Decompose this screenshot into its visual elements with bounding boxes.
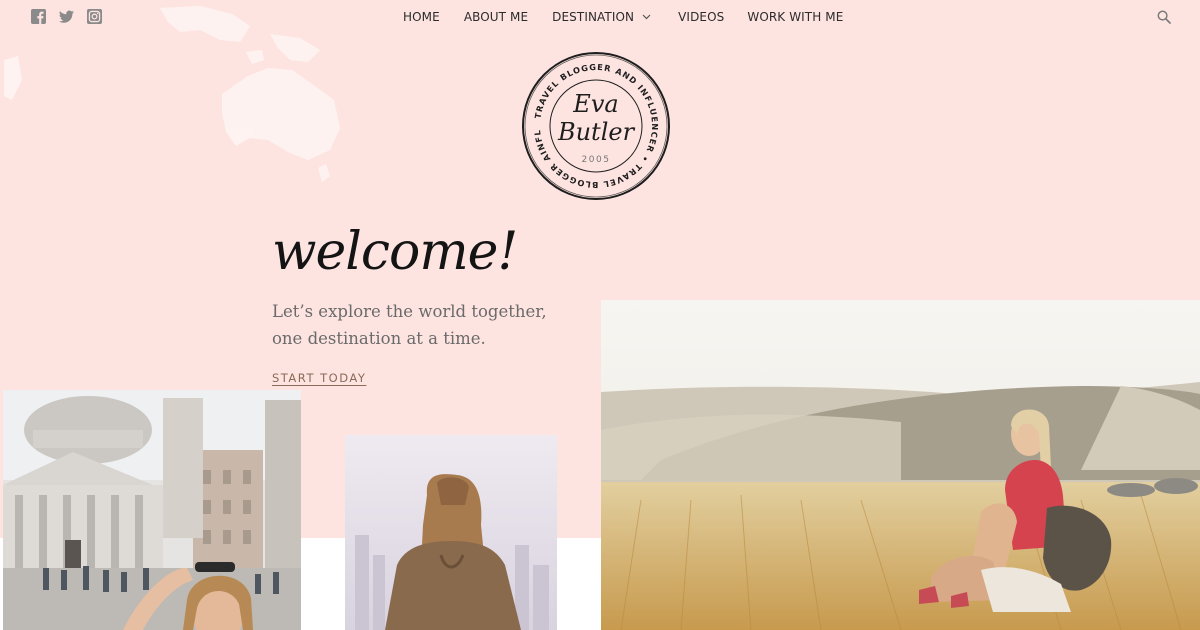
photo-wheat-field	[601, 300, 1200, 630]
instagram-icon[interactable]	[87, 9, 102, 24]
photo-rome-woman	[3, 390, 301, 630]
nav-work-with-me[interactable]: WORK WITH ME	[747, 10, 843, 24]
search-icon[interactable]	[1157, 10, 1171, 24]
facebook-icon[interactable]	[31, 9, 46, 24]
site-logo[interactable]: TRAVEL BLOGGER AND INFLUENCER • TRAVEL B…	[520, 50, 672, 202]
nav-destination-item: DESTINATION	[552, 10, 651, 24]
hero-tagline: Let’s explore the world together, one de…	[272, 298, 572, 352]
nav-about-me[interactable]: ABOUT ME	[464, 10, 528, 24]
welcome-heading: welcome!	[272, 222, 518, 282]
logo-name-first: Eva	[572, 90, 618, 118]
nav-destination[interactable]: DESTINATION	[552, 10, 634, 24]
nav-videos[interactable]: VIDEOS	[678, 10, 724, 24]
tagline-line-2: one destination at a time.	[272, 329, 486, 348]
main-navigation: HOME ABOUT ME DESTINATION VIDEOS WORK WI…	[403, 9, 843, 25]
logo-name-last: Butler	[557, 118, 636, 146]
logo-year: 2005	[582, 155, 611, 165]
photo-woman-back	[345, 435, 557, 630]
chevron-down-icon[interactable]	[642, 14, 651, 20]
social-links	[31, 9, 102, 24]
tagline-line-1: Let’s explore the world together,	[272, 302, 547, 321]
nav-home[interactable]: HOME	[403, 10, 440, 24]
start-today-link[interactable]: START TODAY	[272, 371, 366, 385]
twitter-icon[interactable]	[58, 9, 75, 24]
world-map-graphic	[4, 6, 340, 182]
